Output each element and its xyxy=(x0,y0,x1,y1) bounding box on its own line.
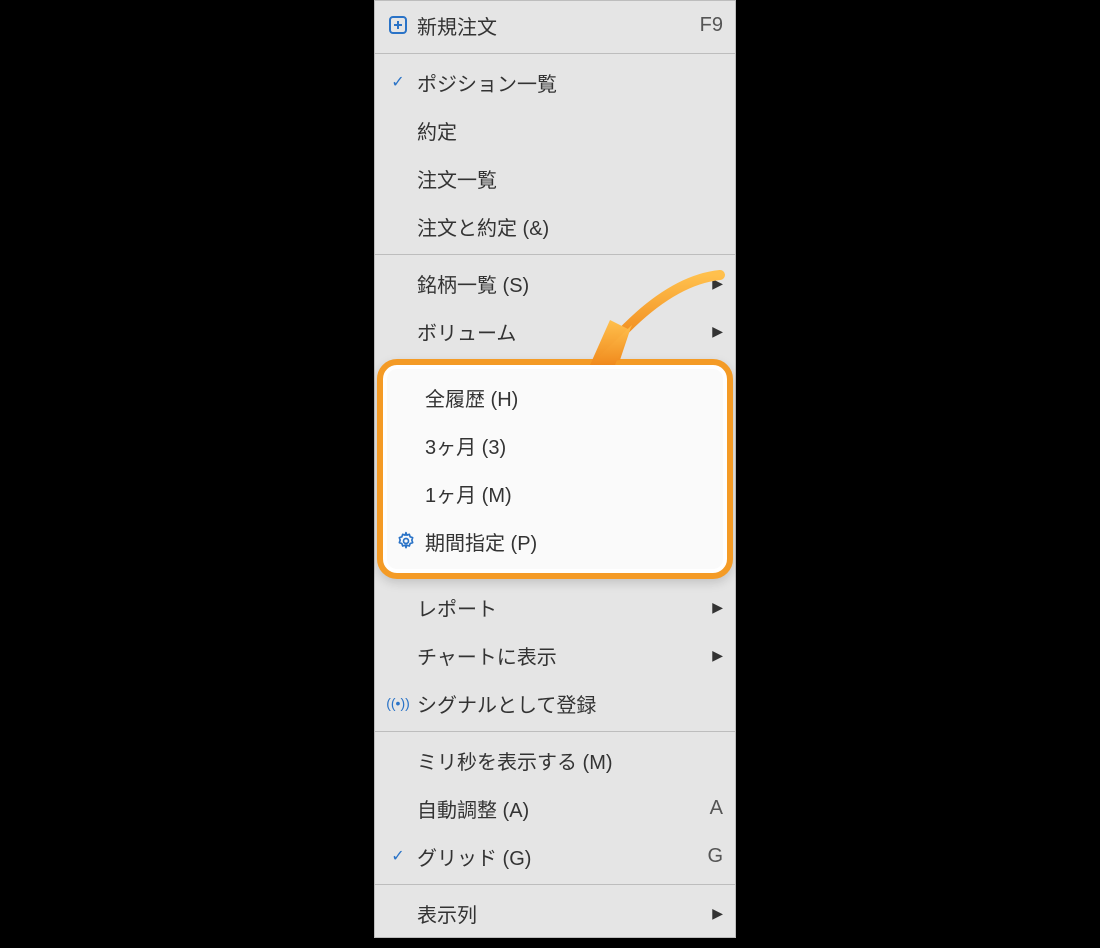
menu-label: 期間指定 (P) xyxy=(421,527,715,556)
menu-separator xyxy=(375,731,735,732)
menu-separator xyxy=(375,53,735,54)
menu-separator xyxy=(375,254,735,255)
menu-label: 約定 xyxy=(413,116,723,145)
menu-label: ボリューム xyxy=(413,317,705,346)
signal-icon: ((•)) xyxy=(383,695,413,711)
menu-item-1month[interactable]: 1ヶ月 (M) xyxy=(383,469,727,517)
menu-item-register-signal[interactable]: ((•)) シグナルとして登録 xyxy=(375,679,735,727)
menu-item-all-history[interactable]: 全履歴 (H) xyxy=(383,373,727,421)
menu-label: 表示列 xyxy=(413,899,705,928)
chevron-right-icon: ▶ xyxy=(705,599,723,616)
menu-shortcut: A xyxy=(683,797,723,820)
menu-label: ミリ秒を表示する (M) xyxy=(413,746,723,775)
menu-separator xyxy=(375,884,735,885)
check-icon: ✓ xyxy=(383,846,413,866)
menu-item-grid[interactable]: ✓ グリッド (G) G xyxy=(375,832,735,880)
menu-label: 新規注文 xyxy=(413,11,683,40)
menu-label: 銘柄一覧 (S) xyxy=(413,269,705,298)
menu-label: ポジション一覧 xyxy=(413,68,723,97)
chevron-right-icon: ▶ xyxy=(705,323,723,340)
menu-label: グリッド (G) xyxy=(413,842,683,871)
chevron-right-icon: ▶ xyxy=(705,905,723,922)
menu-item-show-on-chart[interactable]: チャートに表示 ▶ xyxy=(375,631,735,679)
menu-item-orders[interactable]: 注文一覧 xyxy=(375,154,735,202)
menu-label: 注文と約定 (&) xyxy=(413,212,723,241)
plus-box-icon xyxy=(383,15,413,35)
menu-item-orders-executions[interactable]: 注文と約定 (&) xyxy=(375,202,735,250)
menu-shortcut: F9 xyxy=(683,14,723,37)
menu-item-executions[interactable]: 約定 xyxy=(375,106,735,154)
menu-label: 全履歴 (H) xyxy=(421,383,715,412)
gear-icon xyxy=(391,531,421,551)
menu-label: 3ヶ月 (3) xyxy=(421,431,715,460)
menu-item-custom-range[interactable]: 期間指定 (P) xyxy=(383,517,727,565)
menu-label: 自動調整 (A) xyxy=(413,794,683,823)
menu-item-symbol-list[interactable]: 銘柄一覧 (S) ▶ xyxy=(375,259,735,307)
menu-item-report[interactable]: レポート ▶ xyxy=(375,583,735,631)
menu-item-volume[interactable]: ボリューム ▶ xyxy=(375,307,735,355)
menu-shortcut: G xyxy=(683,845,723,868)
context-menu: 新規注文 F9 ✓ ポジション一覧 約定 注文一覧 注文と約定 (&) 銘柄一覧… xyxy=(374,0,736,938)
check-icon: ✓ xyxy=(383,72,413,92)
chevron-right-icon: ▶ xyxy=(705,275,723,292)
chevron-right-icon: ▶ xyxy=(705,647,723,664)
menu-item-show-ms[interactable]: ミリ秒を表示する (M) xyxy=(375,736,735,784)
menu-label: シグナルとして登録 xyxy=(413,689,723,718)
highlighted-history-group: 全履歴 (H) 3ヶ月 (3) 1ヶ月 (M) 期間指定 (P) xyxy=(377,359,733,579)
menu-label: 注文一覧 xyxy=(413,164,723,193)
menu-item-columns[interactable]: 表示列 ▶ xyxy=(375,889,735,937)
menu-label: 1ヶ月 (M) xyxy=(421,479,715,508)
menu-item-auto-adjust[interactable]: 自動調整 (A) A xyxy=(375,784,735,832)
menu-item-3months[interactable]: 3ヶ月 (3) xyxy=(383,421,727,469)
menu-label: レポート xyxy=(413,593,705,622)
menu-item-positions[interactable]: ✓ ポジション一覧 xyxy=(375,58,735,106)
menu-item-new-order[interactable]: 新規注文 F9 xyxy=(375,1,735,49)
menu-label: チャートに表示 xyxy=(413,641,705,670)
